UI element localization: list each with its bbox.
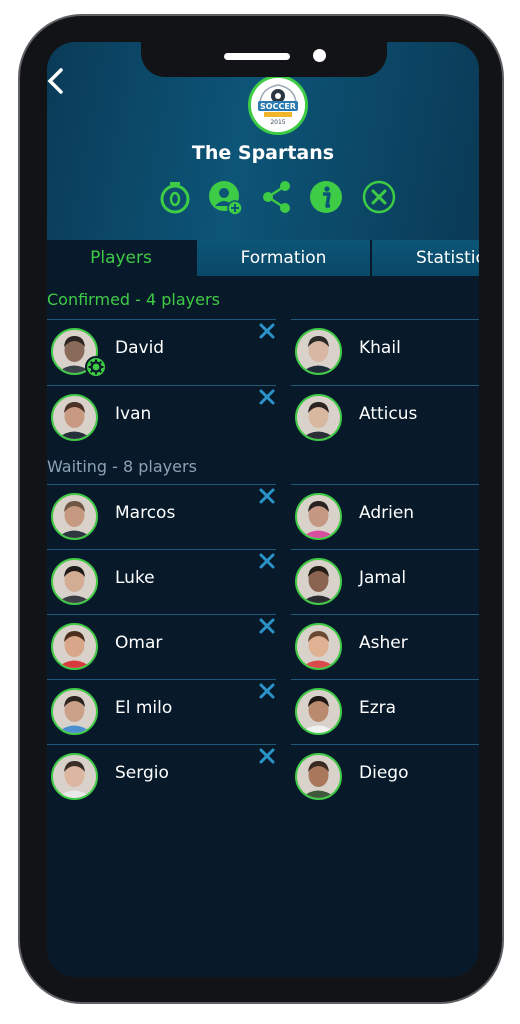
phone-notch (141, 42, 387, 77)
remove-player-icon[interactable] (258, 388, 276, 406)
player-card[interactable]: Asher (291, 614, 479, 677)
add-player-icon[interactable] (208, 180, 243, 216)
player-card[interactable]: Ezra (291, 679, 479, 742)
avatar[interactable] (295, 688, 342, 735)
player-name: David (115, 338, 165, 358)
avatar[interactable] (51, 623, 98, 670)
back-arrow-icon[interactable] (47, 64, 67, 98)
player-card[interactable]: Ivan (47, 385, 276, 448)
speaker (224, 53, 290, 60)
player-card[interactable]: Omar (47, 614, 276, 677)
tab-bar: Players Formation Statistics (47, 240, 479, 276)
player-name: Omar (115, 633, 163, 653)
waiting-section-title: Waiting - 8 players (47, 457, 197, 476)
player-card[interactable]: El milo (47, 679, 276, 742)
avatar[interactable] (295, 493, 342, 540)
player-card[interactable]: Jamal (291, 549, 479, 612)
player-name: Ivan (115, 404, 152, 424)
player-name: El milo (115, 698, 173, 718)
team-actions (47, 180, 479, 216)
player-name: Jamal (359, 568, 407, 588)
remove-player-icon[interactable] (258, 747, 276, 765)
info-icon[interactable] (309, 180, 343, 214)
remove-player-icon[interactable] (258, 682, 276, 700)
tab-formation[interactable]: Formation (197, 240, 370, 276)
tab-players[interactable]: Players (47, 240, 195, 276)
remove-player-icon[interactable] (258, 487, 276, 505)
avatar[interactable] (295, 753, 342, 800)
camera (313, 49, 326, 62)
player-name: Khail (359, 338, 401, 358)
player-card[interactable]: Adrien (291, 484, 479, 547)
tab-statistics[interactable]: Statistics (372, 240, 479, 276)
app-screen: SOCCER 2015 The Spartans Players Formati… (47, 42, 479, 977)
admin-gear-icon (85, 356, 107, 378)
share-icon[interactable] (262, 180, 296, 214)
player-card[interactable]: Atticus (291, 385, 479, 448)
player-card[interactable]: Khail (291, 319, 479, 382)
avatar[interactable] (295, 328, 342, 375)
remove-player-icon[interactable] (258, 322, 276, 340)
player-name: Atticus (359, 404, 418, 424)
player-name: Marcos (115, 503, 176, 523)
team-title: The Spartans (191, 142, 335, 164)
avatar[interactable] (51, 394, 98, 441)
close-circle-icon[interactable] (362, 180, 396, 214)
avatar[interactable] (51, 493, 98, 540)
avatar[interactable] (51, 558, 98, 605)
avatar[interactable] (295, 558, 342, 605)
avatar[interactable] (295, 394, 342, 441)
confirmed-section-title: Confirmed - 4 players (47, 290, 220, 309)
avatar[interactable] (51, 688, 98, 735)
logo-year: 2015 (270, 119, 285, 126)
logo-text: SOCCER (260, 102, 296, 111)
avatar[interactable] (51, 753, 98, 800)
player-card[interactable]: Diego (291, 744, 479, 807)
player-card[interactable]: Marcos (47, 484, 276, 547)
player-card[interactable]: David (47, 319, 276, 382)
remove-player-icon[interactable] (258, 552, 276, 570)
player-name: Adrien (359, 503, 415, 523)
player-name: Luke (115, 568, 155, 588)
timer-icon[interactable] (158, 180, 192, 214)
player-card[interactable]: Luke (47, 549, 276, 612)
player-name: Sergio (115, 763, 169, 783)
team-logo: SOCCER 2015 (248, 75, 308, 135)
remove-player-icon[interactable] (258, 617, 276, 635)
player-card[interactable]: Sergio (47, 744, 276, 807)
player-name: Asher (359, 633, 408, 653)
avatar[interactable] (295, 623, 342, 670)
player-name: Diego (359, 763, 409, 783)
player-name: Ezra (359, 698, 397, 718)
